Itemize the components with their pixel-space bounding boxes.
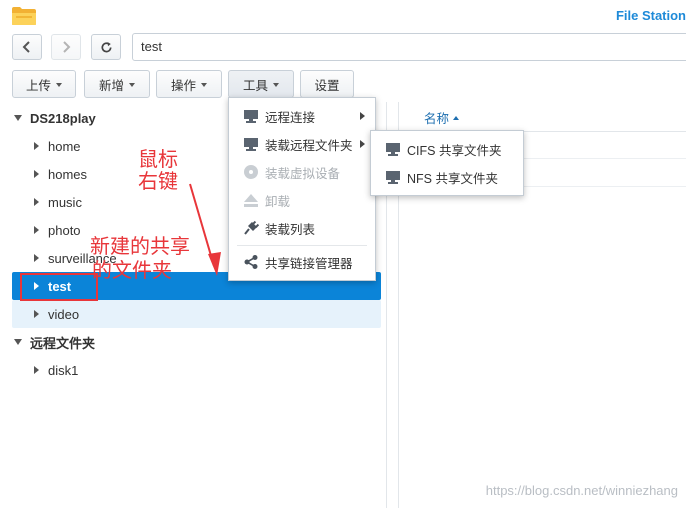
tools-menu: 远程连接 装载远程文件夹 装载虚拟设备 卸载 装载列表 共享链接管理器	[228, 97, 376, 281]
mount-remote-submenu: CIFS 共享文件夹 NFS 共享文件夹	[370, 130, 524, 196]
folder-icon	[11, 6, 37, 26]
menu-item-label: CIFS 共享文件夹	[407, 143, 502, 158]
watermark: https://blog.csdn.net/winniezhang	[485, 483, 678, 498]
caret-down-icon	[201, 82, 207, 87]
tree-root-remote[interactable]: 远程文件夹	[14, 332, 95, 352]
sort-ascending-icon	[453, 115, 460, 120]
annotation-text: 新建的共享	[90, 234, 190, 258]
expand-right-icon[interactable]	[34, 310, 39, 318]
tools-button[interactable]: 工具	[228, 70, 294, 98]
computer-icon	[385, 169, 401, 185]
caret-down-icon	[273, 82, 279, 87]
caret-down-icon	[129, 82, 135, 87]
settings-label: 设置	[314, 78, 340, 93]
column-name-label: 名称	[424, 112, 450, 126]
menu-item-mount-remote-folder[interactable]: 装载远程文件夹	[229, 130, 375, 158]
computer-icon	[385, 141, 401, 157]
annotation-right-click: 鼠标 右键	[138, 148, 178, 192]
menu-item-remote-connect[interactable]: 远程连接	[229, 102, 375, 130]
disc-icon	[243, 164, 259, 180]
menu-item-share-link-manager[interactable]: 共享链接管理器	[229, 248, 375, 276]
plug-icon	[243, 220, 259, 236]
tree-root-label: 远程文件夹	[30, 335, 96, 351]
title-bar: File Station	[0, 0, 686, 32]
caret-down-icon	[56, 82, 62, 87]
menu-item-label: 装载远程文件夹	[265, 138, 353, 153]
app-title: File Station	[615, 8, 686, 23]
share-icon	[243, 254, 259, 270]
settings-button[interactable]: 设置	[300, 70, 354, 98]
menu-item-label: 卸载	[265, 194, 291, 209]
expand-right-icon[interactable]	[34, 142, 39, 150]
tree-root-label: DS218play	[30, 110, 96, 126]
eject-icon	[243, 192, 259, 208]
action-label: 操作	[170, 78, 196, 93]
refresh-icon	[100, 41, 113, 54]
new-label: 新增	[98, 78, 124, 93]
expand-down-icon[interactable]	[14, 339, 22, 345]
submenu-arrow-icon	[360, 140, 365, 148]
menu-item-cifs-share[interactable]: CIFS 共享文件夹	[371, 135, 523, 163]
expand-right-icon[interactable]	[34, 198, 39, 206]
column-header-name[interactable]: 名称	[414, 104, 686, 132]
menu-item-mount-list[interactable]: 装载列表	[229, 214, 375, 242]
back-button[interactable]	[12, 34, 42, 60]
address-bar[interactable]: test	[132, 33, 686, 61]
tree-item-label: photo	[48, 222, 81, 238]
refresh-button[interactable]	[91, 34, 121, 60]
chevron-right-icon	[61, 41, 71, 53]
annotation-new-share: 新建的共享 的文件夹	[90, 234, 190, 282]
menu-item-nfs-share[interactable]: NFS 共享文件夹	[371, 163, 523, 191]
menu-item-mount-virtual-drive[interactable]: 装载虚拟设备	[229, 158, 375, 186]
tree-item-disk1[interactable]: disk1	[12, 356, 381, 384]
annotation-text: 鼠标	[138, 147, 178, 171]
expand-down-icon[interactable]	[14, 115, 22, 121]
upload-label: 上传	[25, 78, 51, 93]
new-button[interactable]: 新增	[84, 70, 150, 98]
tools-label: 工具	[242, 78, 268, 93]
tree-root-ds218play[interactable]: DS218play	[14, 108, 96, 128]
expand-right-icon[interactable]	[34, 366, 39, 374]
annotation-text: 的文件夹	[92, 258, 172, 282]
expand-right-icon[interactable]	[34, 226, 39, 234]
upload-button[interactable]: 上传	[12, 70, 76, 98]
annotation-highlight-box	[20, 273, 98, 301]
forward-button[interactable]	[51, 34, 81, 60]
computer-icon	[243, 136, 259, 152]
menu-item-label: 装载列表	[265, 222, 316, 237]
expand-right-icon[interactable]	[34, 170, 39, 178]
annotation-text: 右键	[138, 169, 178, 193]
annotation-arrow	[189, 183, 221, 276]
tree-item-label: homes	[48, 166, 88, 182]
tree-item-video[interactable]: video	[12, 300, 381, 328]
tree-item-label: disk1	[48, 362, 79, 378]
expand-right-icon[interactable]	[34, 254, 39, 262]
menu-item-label: 装载虚拟设备	[265, 166, 341, 181]
tree-item-label: home	[48, 138, 81, 154]
tree-item-label: music	[48, 194, 82, 210]
submenu-arrow-icon	[360, 112, 365, 120]
menu-item-label: NFS 共享文件夹	[407, 171, 498, 186]
menu-item-unmount[interactable]: 卸载	[229, 186, 375, 214]
chevron-left-icon	[22, 41, 32, 53]
menu-item-label: 共享链接管理器	[265, 256, 353, 271]
tree-item-label: video	[48, 306, 80, 322]
menu-item-label: 远程连接	[265, 110, 316, 125]
menu-separator	[237, 245, 367, 246]
action-button[interactable]: 操作	[156, 70, 222, 98]
computer-icon	[243, 108, 259, 124]
